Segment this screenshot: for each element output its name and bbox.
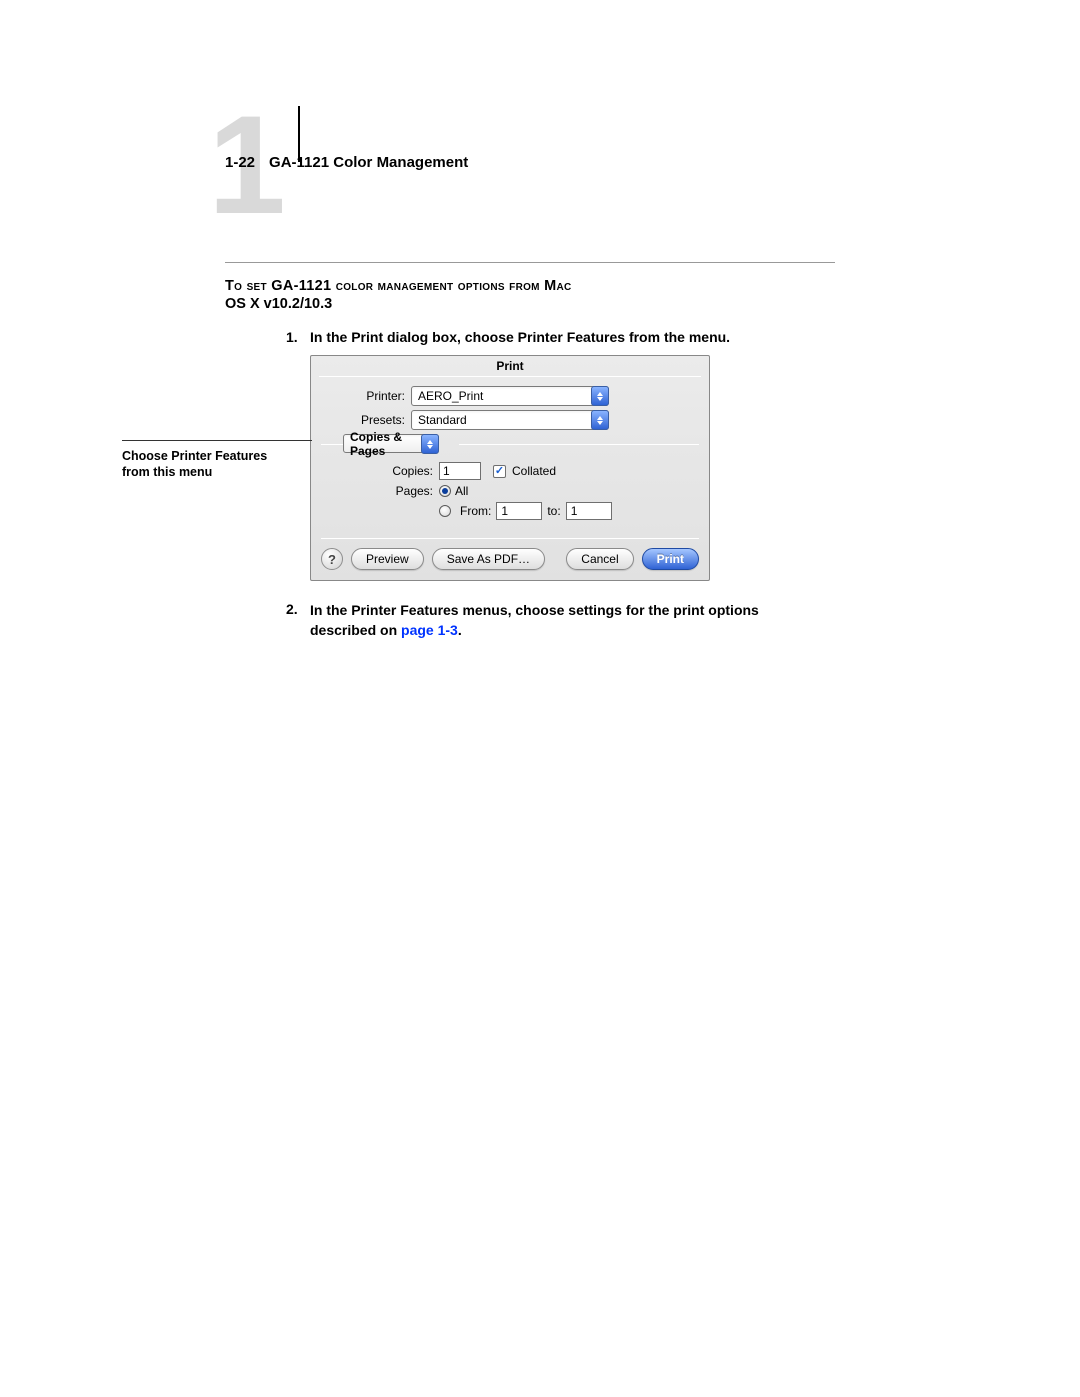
print-button-label: Print	[657, 552, 684, 566]
step-1-number: 1.	[286, 329, 298, 345]
dialog-top-separator	[319, 376, 701, 377]
updown-arrows-icon	[591, 410, 609, 430]
pages-all-radio[interactable]	[439, 485, 451, 497]
pages-to-label: to:	[547, 504, 560, 518]
page-ref: 1-22	[225, 154, 255, 171]
help-button[interactable]: ?	[321, 548, 343, 570]
pages-to-field[interactable]: 1	[566, 502, 612, 520]
print-dialog: Print Printer: AERO_Print Presets: Stand…	[310, 355, 710, 581]
section-rule	[225, 262, 835, 263]
print-button[interactable]: Print	[642, 548, 699, 570]
pages-all-label: All	[455, 484, 468, 498]
section-menu-select[interactable]: Copies & Pages	[343, 434, 439, 453]
pages-to-value: 1	[571, 504, 578, 518]
dialog-title: Print	[311, 359, 709, 373]
presets-value: Standard	[418, 413, 467, 427]
pages-from-field[interactable]: 1	[496, 502, 542, 520]
presets-select[interactable]: Standard	[411, 410, 609, 430]
section-subtitle: OS X v10.2/10.3	[225, 296, 332, 312]
preview-button[interactable]: Preview	[351, 548, 424, 570]
dialog-bottom-separator	[321, 538, 699, 539]
section-rule-left	[321, 444, 343, 445]
copies-field[interactable]: 1	[439, 462, 481, 480]
pages-from-value: 1	[501, 504, 508, 518]
copies-value: 1	[443, 464, 450, 478]
section-title: To set GA-1121 color management options …	[225, 278, 572, 294]
updown-arrows-icon	[591, 386, 609, 406]
step-2-text-b: .	[458, 622, 462, 638]
section-rule-right	[459, 444, 699, 445]
copies-label: Copies:	[377, 464, 433, 478]
pages-from-label: From:	[460, 504, 491, 518]
doc-title: GA-1121 Color Management	[269, 154, 468, 171]
printer-label: Printer:	[335, 389, 405, 403]
step-1-text: In the Print dialog box, choose Printer …	[310, 329, 830, 345]
save-as-pdf-button[interactable]: Save As PDF…	[432, 548, 545, 570]
help-icon: ?	[328, 552, 336, 567]
callout-line-1: Choose Printer Features	[122, 449, 267, 463]
cancel-button-label: Cancel	[581, 552, 618, 566]
callout-line-2: from this menu	[122, 465, 212, 479]
preview-button-label: Preview	[366, 552, 409, 566]
step-2-text-a: In the Printer Features menus, choose se…	[310, 602, 759, 638]
cancel-button[interactable]: Cancel	[566, 548, 633, 570]
printer-select[interactable]: AERO_Print	[411, 386, 609, 406]
pages-label: Pages:	[377, 484, 433, 498]
printer-value: AERO_Print	[418, 389, 483, 403]
callout-text: Choose Printer Features from this menu	[122, 448, 287, 481]
page-link[interactable]: page 1-3	[401, 622, 458, 638]
step-2-text: In the Printer Features menus, choose se…	[310, 601, 820, 640]
callout-leader-line	[122, 440, 312, 441]
pages-range-radio[interactable]	[439, 505, 451, 517]
step-2-number: 2.	[286, 601, 298, 617]
section-menu-value: Copies & Pages	[350, 430, 416, 458]
presets-label: Presets:	[335, 413, 405, 427]
updown-arrows-icon	[421, 434, 439, 454]
save-as-pdf-button-label: Save As PDF…	[447, 552, 530, 566]
collated-checkbox[interactable]	[493, 465, 506, 478]
collated-label: Collated	[512, 464, 556, 478]
